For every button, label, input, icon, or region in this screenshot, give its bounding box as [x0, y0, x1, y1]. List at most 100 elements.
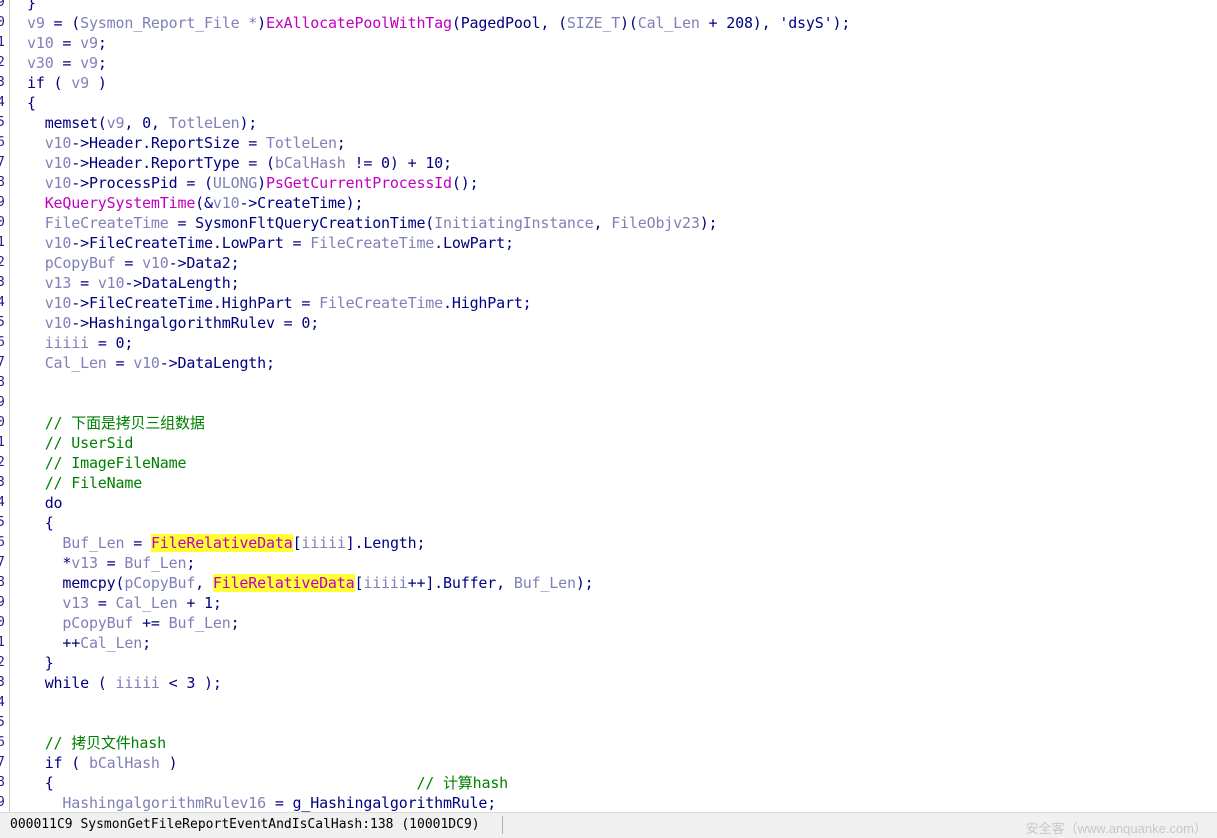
code-token: // 拷贝文件hash: [27, 734, 166, 752]
code-token: v10: [27, 34, 54, 52]
line-number: 3: [0, 75, 5, 90]
code-text: }: [27, 653, 54, 673]
code-token: < 3 );: [159, 674, 222, 692]
code-token: while (: [27, 674, 116, 692]
line-number: 0: [0, 615, 5, 630]
code-token: ULONG: [212, 174, 258, 192]
code-token: v9: [80, 34, 98, 52]
line-number: 9: [0, 0, 5, 10]
code-token: v10: [97, 274, 125, 292]
code-token: ->CreateTime);: [239, 194, 364, 212]
code-text: Cal_Len = v10->DataLength;: [27, 353, 275, 373]
line-number: 4: [0, 95, 5, 110]
highlighted-token: FileRelativeData: [150, 534, 293, 552]
code-token: .HighPart;: [443, 294, 532, 312]
code-token: v13: [44, 274, 72, 292]
code-token: v10: [44, 294, 72, 312]
code-token: + 208), 'dsyS');: [699, 14, 851, 32]
line-number: 3: [0, 275, 5, 290]
code-token: v9: [106, 114, 125, 132]
code-text: { // 计算hash: [27, 773, 509, 793]
code-text: v10->FileCreateTime.HighPart = FileCreat…: [27, 293, 532, 313]
code-token: ): [257, 174, 267, 192]
code-token: =: [53, 34, 81, 52]
line-number: 1: [0, 35, 5, 50]
code-text: FileCreateTime = SysmonFltQueryCreationT…: [27, 213, 718, 233]
line-number: 5: [0, 115, 5, 130]
code-text: v10->FileCreateTime.LowPart = FileCreate…: [27, 233, 514, 253]
code-token: pCopyBuf: [44, 254, 116, 272]
line-number: 2: [0, 655, 5, 670]
code-text: // ImageFileName: [27, 453, 187, 473]
code-token: ;: [142, 634, 151, 652]
code-text: // 拷贝文件hash: [27, 733, 166, 753]
watermark: 安全客（www.anquanke.com）: [1025, 821, 1207, 836]
code-token: v10: [44, 314, 72, 332]
code-text: {: [27, 93, 36, 113]
line-number: 2: [0, 455, 5, 470]
code-token: TotleLen: [265, 134, 337, 152]
code-token: );: [699, 214, 718, 232]
code-token: PsGetCurrentProcessId: [266, 174, 452, 192]
code-token: Buf_Len: [124, 554, 187, 572]
code-token: ,: [593, 214, 612, 232]
code-token: + 1;: [177, 594, 222, 612]
code-text: v13 = v10->DataLength;: [27, 273, 240, 293]
code-token: =: [71, 274, 98, 292]
code-token: ++: [27, 634, 81, 652]
code-token: (PagedPool, (: [451, 14, 567, 32]
code-text: pCopyBuf = v10->Data2;: [27, 253, 240, 273]
code-token: =: [106, 354, 134, 372]
code-token: // UserSid: [27, 434, 134, 452]
code-token: ->HashingalgorithmRulev = 0;: [71, 314, 320, 332]
code-text: iiiii = 0;: [27, 333, 134, 353]
code-token: =: [97, 554, 125, 572]
code-text: // 下面是拷贝三组数据: [27, 413, 205, 433]
code-token: ;: [186, 554, 196, 572]
code-token: // FileName: [27, 474, 143, 492]
line-number: 9: [0, 595, 5, 610]
line-number: 6: [0, 735, 5, 750]
code-token: FileCreateTime: [44, 214, 169, 232]
code-text: v10->Header.ReportSize = TotleLen;: [27, 133, 346, 153]
line-number: 8: [0, 375, 5, 390]
code-token: iiiii: [115, 674, 160, 692]
line-number: 2: [0, 255, 5, 270]
line-number: 8: [0, 575, 5, 590]
line-number: 6: [0, 135, 5, 150]
code-token: memset(: [27, 114, 107, 132]
line-number: 9: [0, 195, 5, 210]
line-number: 7: [0, 555, 5, 570]
pseudocode-view[interactable]: 9} 0 v9 = (Sysmon_Report_File *)ExAllocate…: [0, 0, 1217, 812]
code-token: v13: [62, 594, 89, 612]
code-token: pCopyBuf: [124, 574, 196, 592]
code-token: ;: [336, 134, 346, 152]
code-token: iiiii: [363, 574, 408, 592]
code-token: = SysmonFltQueryCreationTime(: [168, 214, 435, 232]
code-token: Cal_Len: [115, 594, 178, 612]
code-token: Buf_Len: [62, 534, 125, 552]
code-token: Cal_Len: [637, 14, 700, 32]
code-token: v13: [71, 554, 98, 572]
code-token: if (: [27, 754, 89, 772]
code-token: {: [27, 94, 36, 112]
code-token: ;: [97, 54, 107, 72]
line-number: 8: [0, 175, 5, 190]
code-token: =: [88, 594, 116, 612]
code-token: Cal_Len: [80, 634, 143, 652]
gutter-divider: [9, 0, 10, 812]
line-number: 5: [0, 715, 5, 730]
code-text: ++Cal_Len;: [27, 633, 151, 653]
code-text: v13 = Cal_Len + 1;: [27, 593, 222, 613]
code-text: if ( bCalHash ): [27, 753, 178, 773]
code-token: do: [27, 494, 63, 512]
code-token: Buf_Len: [513, 574, 576, 592]
code-text: v10->ProcessPid = (ULONG)PsGetCurrentPro…: [27, 173, 479, 193]
code-token: // ImageFileName: [27, 454, 187, 472]
code-token: ->FileCreateTime.LowPart =: [71, 234, 311, 252]
